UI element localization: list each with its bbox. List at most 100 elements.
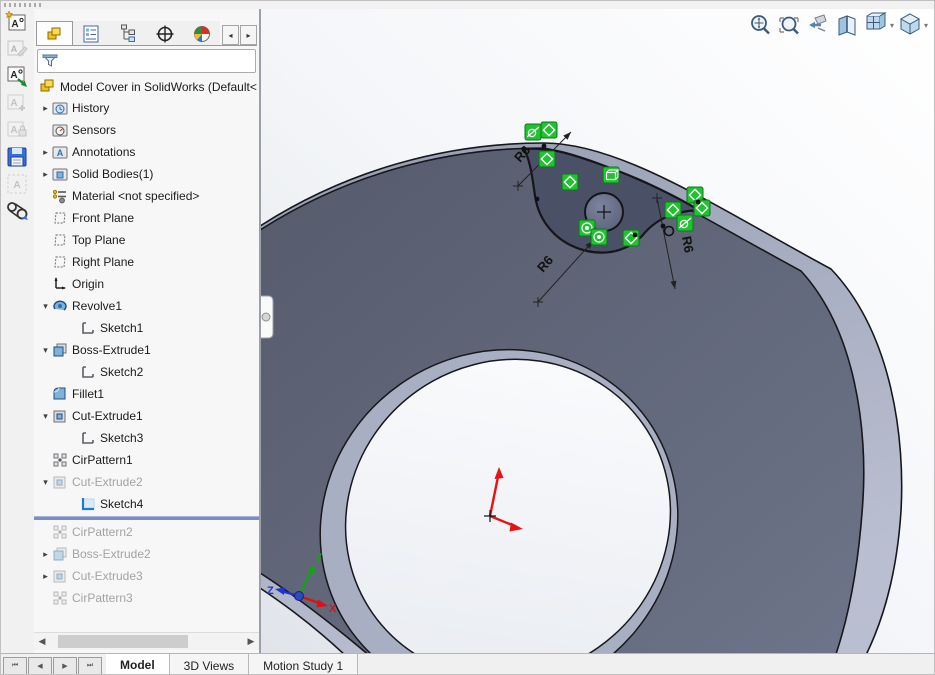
expand-arrow-icon[interactable]: ▾: [40, 301, 51, 312]
zoom-to-area-icon[interactable]: [776, 12, 802, 38]
tree-item-boss-extrude1[interactable]: ▾ Boss-Extrude1: [34, 339, 259, 361]
dropdown-caret-icon[interactable]: ▾: [924, 21, 928, 30]
revolve-icon: [51, 298, 68, 314]
tree-root-item[interactable]: Model Cover in SolidWorks (Default<: [34, 77, 259, 97]
vcr-button-3[interactable]: ⏭: [78, 657, 102, 675]
sketch-endpoint-dot[interactable]: [633, 233, 638, 238]
tree-item-sketch2[interactable]: Sketch2: [34, 361, 259, 383]
vcr-button-0[interactable]: ⏮: [3, 657, 27, 675]
expand-arrow-icon[interactable]: ▸: [40, 169, 51, 180]
tree-item-history[interactable]: ▸ History: [34, 97, 259, 119]
tree-item-boss-extrude2[interactable]: ▸ Boss-Extrude2: [34, 543, 259, 565]
dropdown-caret-icon[interactable]: ▾: [890, 21, 894, 30]
tree-item-material-not-specified-[interactable]: Material <not specified>: [34, 185, 259, 207]
tree-item-sketch1[interactable]: Sketch1: [34, 317, 259, 339]
tree-item-fillet1[interactable]: Fillet1: [34, 383, 259, 405]
tree-item-cirpattern3[interactable]: CirPattern3: [34, 587, 259, 609]
concentric-glyph-icon: [597, 235, 601, 239]
tree-item-origin[interactable]: Origin: [34, 273, 259, 295]
expand-arrow-icon[interactable]: ▾: [40, 411, 51, 422]
tree-item-front-plane[interactable]: Front Plane: [34, 207, 259, 229]
svg-text:Y: Y: [315, 552, 323, 564]
sketch-endpoint-dot[interactable]: [522, 147, 527, 152]
sketch-endpoint-dot[interactable]: [661, 224, 666, 229]
graphics-viewport[interactable]: R6R6R6 Z Y: [261, 9, 935, 653]
displaymanager-tab[interactable]: [183, 21, 220, 45]
expand-arrow-icon[interactable]: ▸: [40, 549, 51, 560]
tree-filter-input[interactable]: [37, 49, 256, 73]
tree-item-top-plane[interactable]: Top Plane: [34, 229, 259, 251]
tree-item-cirpattern2[interactable]: CirPattern2: [34, 521, 259, 543]
doc-tab-3d-views[interactable]: 3D Views: [170, 654, 249, 675]
sketch-endpoint-dot[interactable]: [696, 200, 701, 205]
scroll-right-icon[interactable]: ▶: [243, 634, 259, 649]
origin-icon: [51, 276, 68, 292]
note-plus-icon: A: [3, 90, 31, 116]
note-star-icon[interactable]: A: [3, 9, 31, 35]
svg-text:A: A: [10, 125, 17, 136]
sketch-endpoint-dot[interactable]: [542, 144, 547, 149]
toolbar-drag-handle[interactable]: [4, 3, 44, 7]
panel-collapse-tab[interactable]: [261, 296, 273, 338]
belt-chain-icon[interactable]: [3, 198, 31, 224]
boss-extrude-icon: [51, 546, 68, 562]
view-orientation-icon[interactable]: ▾: [863, 12, 894, 38]
annotation-toolbar: AAAAAA: [1, 9, 35, 653]
sketch-endpoint-dot[interactable]: [535, 197, 540, 202]
svg-text:A: A: [11, 19, 18, 30]
scrollbar-thumb[interactable]: [58, 635, 188, 648]
tree-item-annotations[interactable]: ▸ A Annotations: [34, 141, 259, 163]
previous-view-icon[interactable]: [805, 12, 831, 38]
section-view-icon[interactable]: [834, 12, 860, 38]
display-style-icon[interactable]: ▾: [897, 12, 928, 38]
funnel-icon: [41, 52, 59, 70]
tree-item-sensors[interactable]: Sensors: [34, 119, 259, 141]
svg-text:A: A: [56, 148, 63, 158]
expand-arrow-icon[interactable]: ▸: [40, 147, 51, 158]
dimxpertmanager-tab[interactable]: [146, 21, 183, 45]
rollback-bar[interactable]: [34, 516, 259, 520]
tree-root-label: Model Cover in SolidWorks (Default<: [60, 80, 257, 94]
featuremanager-panel: ◂ ▸ Model Cover in SolidWorks (Default< …: [34, 9, 261, 653]
tree-item-right-plane[interactable]: Right Plane: [34, 251, 259, 273]
tree-item-sketch4[interactable]: Sketch4: [34, 493, 259, 515]
expand-arrow-icon[interactable]: ▾: [40, 345, 51, 356]
svg-text:A: A: [10, 98, 17, 109]
configurationmanager-tab[interactable]: [110, 21, 147, 45]
tab-scroll-left-icon[interactable]: ◂: [222, 25, 239, 45]
doc-tab-motion-study-1[interactable]: Motion Study 1: [249, 654, 358, 675]
propertymanager-tab[interactable]: [73, 21, 110, 45]
tab-scroll-buttons: ◂ ▸: [222, 25, 257, 45]
featuremanager-design-tree-tab[interactable]: [36, 21, 73, 45]
tree-horizontal-scrollbar[interactable]: ◀ ▶: [34, 632, 259, 650]
sketch-active-icon: [79, 496, 96, 512]
vcr-button-2[interactable]: ▶: [53, 657, 77, 675]
zoom-to-fit-icon[interactable]: [747, 12, 773, 38]
cut-extrude-icon: [51, 474, 68, 490]
dimension-text[interactable]: R6: [679, 235, 697, 254]
tree-item-cut-extrude1[interactable]: ▾ Cut-Extrude1: [34, 405, 259, 427]
tree-item-revolve1[interactable]: ▾ Revolve1: [34, 295, 259, 317]
plane-icon: [51, 254, 68, 270]
tree-item-cut-extrude2[interactable]: ▾ Cut-Extrude2: [34, 471, 259, 493]
note-lock-icon: A: [3, 117, 31, 143]
tree-item-cirpattern1[interactable]: CirPattern1: [34, 449, 259, 471]
sketch-icon: [79, 430, 96, 446]
tab-scroll-right-icon[interactable]: ▸: [240, 25, 257, 45]
sketch-relation-badge-cube[interactable]: [603, 167, 619, 183]
vcr-button-1[interactable]: ◀: [28, 657, 52, 675]
tree-item-sketch3[interactable]: Sketch3: [34, 427, 259, 449]
tree-item-cut-extrude3[interactable]: ▸ Cut-Extrude3: [34, 565, 259, 587]
doc-tab-model[interactable]: Model: [106, 654, 170, 675]
expand-arrow-icon[interactable]: ▸: [40, 571, 51, 582]
note-arrow-icon[interactable]: A: [3, 63, 31, 89]
expand-arrow-icon[interactable]: ▾: [40, 477, 51, 488]
fillet-icon: [51, 386, 68, 402]
sketch-icon: [79, 364, 96, 380]
svg-text:A: A: [11, 44, 18, 54]
tree-item-solid-bodies-1-[interactable]: ▸ Solid Bodies(1): [34, 163, 259, 185]
scroll-left-icon[interactable]: ◀: [34, 634, 50, 649]
cirpattern-icon: [51, 524, 68, 540]
save-disk-icon[interactable]: [3, 144, 31, 170]
expand-arrow-icon[interactable]: ▸: [40, 103, 51, 114]
